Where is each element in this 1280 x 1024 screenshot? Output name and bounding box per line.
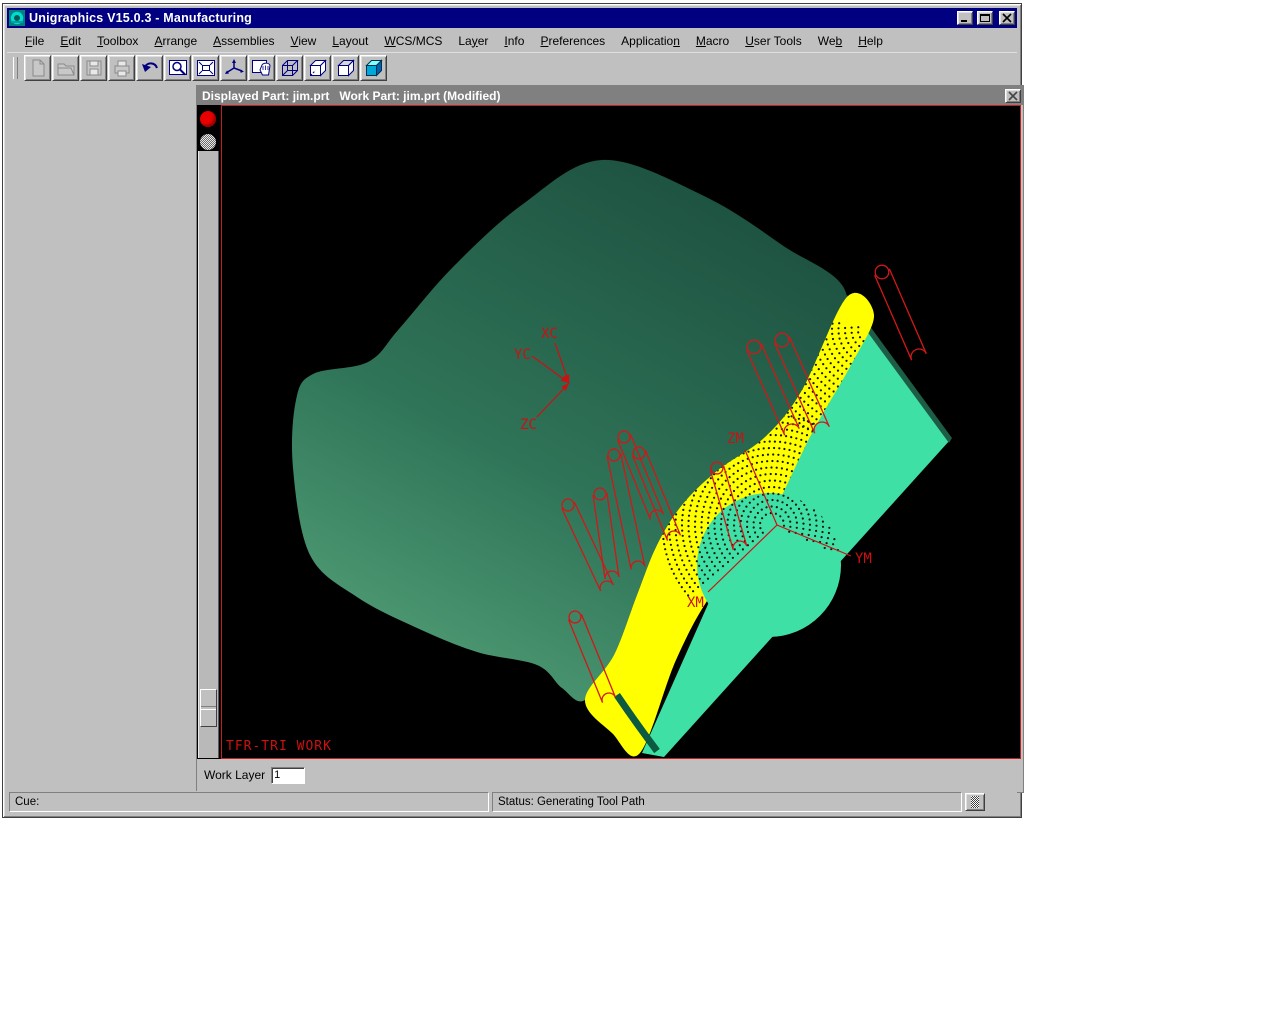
viewport[interactable]: XC YC ZC ZM XM YM TFR-TRI WORK [221,105,1021,759]
new-button[interactable] [24,55,51,81]
axis-label-ym: YM [855,551,872,567]
print-button[interactable] [108,55,135,81]
view-annotation: TFR-TRI WORK [226,739,332,754]
toolbar-grip[interactable] [13,57,18,79]
titlebar[interactable]: Unigraphics V15.0.3 - Manufacturing [7,8,1017,28]
graphics-close-icon [1007,91,1019,101]
face-view-button[interactable] [332,55,359,81]
stop-interrupt-button[interactable] [200,111,216,127]
graphics-window-titlebar[interactable]: Displayed Part: jim.prt Work Part: jim.p… [197,86,1023,105]
zoom-view-button[interactable] [164,55,191,81]
menu-application[interactable]: Application [613,32,688,50]
hidden-edge-view-icon [306,57,330,79]
axis-label-xm: XM [687,595,704,611]
panel-splitter[interactable] [198,151,219,758]
csys-icon [222,57,246,79]
undo-button[interactable] [136,55,163,81]
status-panel: Status: Generating Tool Path [492,792,962,812]
menu-layout[interactable]: Layout [324,32,376,50]
window-title: Unigraphics V15.0.3 - Manufacturing [29,11,953,25]
maximize-icon [979,13,991,23]
work-layer-label: Work Layer [204,768,265,782]
close-button[interactable] [999,11,1015,25]
status-scroll-button[interactable] [965,793,985,811]
app-icon [9,10,25,26]
interrupt-strip [197,105,221,759]
fit-view-button[interactable] [192,55,219,81]
status-text: Status: Generating Tool Path [498,796,645,808]
menu-layer[interactable]: Layer [450,32,496,50]
menu-help[interactable]: Help [850,32,891,50]
undo-icon [138,57,162,79]
axis-label-yc: YC [514,347,531,363]
wireframe-view-button[interactable] [276,55,303,81]
cue-panel: Cue: [9,792,489,812]
fit-view-icon [194,57,218,79]
menu-edit[interactable]: Edit [52,32,89,50]
graphics-window-title: Displayed Part: jim.prt Work Part: jim.p… [202,89,500,103]
shaded-view-icon [362,57,386,79]
pan-view-button[interactable] [248,55,275,81]
graphics-window: Displayed Part: jim.prt Work Part: jim.p… [196,85,1024,793]
interrupt-indicator-icon [200,134,216,150]
shaded-view-button[interactable] [360,55,387,81]
menu-view[interactable]: View [283,32,325,50]
wireframe-view-icon [278,57,302,79]
menu-user-tools[interactable]: User Tools [737,32,809,50]
minimize-icon [959,13,971,23]
axis-label-xc: XC [541,326,558,342]
save-icon [82,57,106,79]
open-button[interactable] [52,55,79,81]
axis-label-zc: ZC [520,417,537,433]
print-icon [110,57,134,79]
menu-arrange[interactable]: Arrange [146,32,205,50]
splitter-handle[interactable] [200,689,217,727]
csys-button[interactable] [220,55,247,81]
menu-toolbox[interactable]: Toolbox [89,32,146,50]
toolbar [7,52,1017,83]
app-window: Unigraphics V15.0.3 - Manufacturing File… [2,3,1022,818]
graphics-window-body: XC YC ZC ZM XM YM TFR-TRI WORK [197,105,1021,759]
save-button[interactable] [80,55,107,81]
hidden-edge-view-button[interactable] [304,55,331,81]
zoom-view-icon [166,57,190,79]
status-scroll-icon [971,796,979,808]
menu-file[interactable]: File [17,32,52,50]
statusbar: Cue: Status: Generating Tool Path [7,791,1017,813]
axis-label-zm: ZM [727,431,744,447]
surface-spring-green-hump [697,493,841,637]
menu-macro[interactable]: Macro [688,32,737,50]
work-layer-bar: Work Layer [197,762,1023,788]
close-icon [1001,13,1013,23]
new-icon [26,57,50,79]
open-icon [54,57,78,79]
minimize-button[interactable] [957,11,973,25]
pan-view-icon [250,57,274,79]
maximize-button[interactable] [977,11,993,25]
face-view-icon [334,57,358,79]
menu-preferences[interactable]: Preferences [532,32,613,50]
menu-assemblies[interactable]: Assemblies [205,32,282,50]
cue-text: Cue: [15,796,39,808]
menu-info[interactable]: Info [496,32,532,50]
menu-wcs-mcs[interactable]: WCS/MCS [376,32,450,50]
desktop: Unigraphics V15.0.3 - Manufacturing File… [0,0,1280,1024]
work-layer-input[interactable] [271,767,305,784]
graphics-window-close-button[interactable] [1005,89,1021,103]
menubar: FileEditToolboxArrangeAssembliesViewLayo… [7,30,1017,51]
menu-web[interactable]: Web [810,32,850,50]
